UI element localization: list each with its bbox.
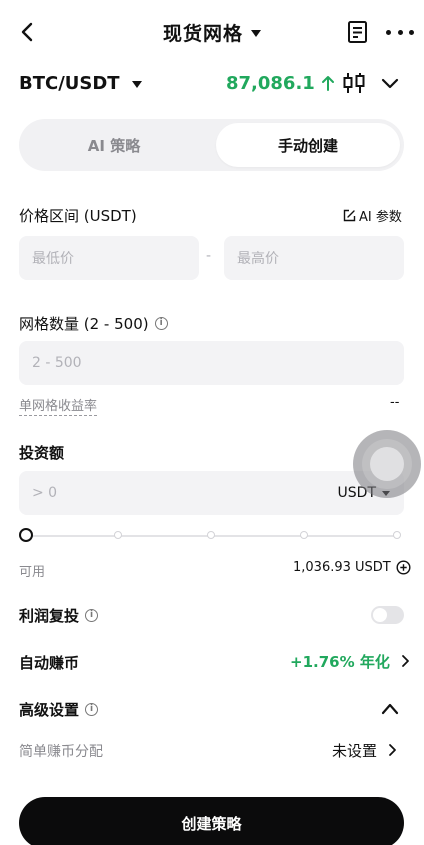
grid-count-input[interactable]: 2 - 500 [19,341,404,385]
info-icon[interactable]: i [85,608,99,622]
auto-earn-label: 自动赚币 [19,654,80,672]
available-balance: 1,036.93 USDT [293,560,411,575]
advanced-settings-header[interactable]: 高级设置 i [19,698,99,720]
info-icon[interactable]: i [154,316,168,330]
chevron-right-icon [401,655,409,667]
grid-count-header: 网格数量 (2 - 500) i [19,313,168,333]
simple-earn-link[interactable]: 未设置 [332,739,397,761]
pair-name: BTC/USDT [19,72,120,94]
auto-earn-apy: +1.76% 年化 [290,652,390,671]
ai-param-label: AI 参数 [359,209,402,225]
compound-row: 利润复投 i [19,605,99,625]
max-price-input[interactable]: 最高价 [224,236,404,280]
document-icon[interactable] [345,19,371,45]
toggle-knob [373,608,387,622]
assistive-touch-core [370,447,404,481]
tab-ai-strategy[interactable]: AI 策略 [19,119,209,171]
caret-down-icon [251,29,261,37]
price-range-label: 价格区间 (USDT) [19,207,137,225]
grid-yield-value: -- [390,395,400,410]
investment-label: 投资额 [19,444,65,462]
simple-earn-value: 未设置 [332,741,378,760]
page-title: 现货网格 [162,22,243,45]
investment-placeholder: > 0 [32,485,58,501]
investment-input[interactable]: > 0 USDT [19,471,404,515]
slider-step-100[interactable] [393,531,401,539]
advanced-settings-label: 高级设置 [19,700,80,719]
candlestick-icon[interactable] [342,71,366,95]
min-price-input[interactable]: 最低价 [19,236,199,280]
arrow-up-icon [321,76,334,91]
caret-down-icon [131,80,142,88]
min-price-placeholder: 最低价 [32,251,74,267]
tab-manual-create[interactable]: 手动创建 [216,123,400,167]
chevron-up-icon[interactable] [380,700,400,718]
pair-selector[interactable]: BTC/USDT [19,70,142,96]
chevron-down-icon[interactable] [380,74,400,94]
investment-slider-handle[interactable] [19,528,33,542]
last-price: 87,086.1 [226,70,335,96]
available-value: 1,036.93 USDT [293,560,391,575]
grid-yield-label[interactable]: 单网格收益率 [19,395,98,416]
grid-count-placeholder: 2 - 500 [32,355,82,371]
slider-step-75[interactable] [300,531,308,539]
price-value: 87,086.1 [226,72,315,94]
slider-step-25[interactable] [114,531,122,539]
chevron-right-icon [389,744,396,756]
plus-circle-icon[interactable] [396,560,411,575]
edit-icon [343,209,356,221]
max-price-placeholder: 最高价 [237,251,279,267]
info-icon[interactable]: i [85,702,99,716]
auto-earn-link[interactable]: +1.76% 年化 [290,650,410,672]
slider-step-50[interactable] [207,531,215,539]
more-icon[interactable] [386,21,414,43]
create-strategy-button[interactable]: 创建策略 [19,797,404,845]
range-separator: - [206,248,212,264]
ai-param-button[interactable]: AI 参数 [343,205,402,225]
compound-label: 利润复投 [19,606,80,625]
simple-earn-label: 简单赚币分配 [19,744,103,760]
available-label: 可用 [19,565,46,580]
grid-count-label: 网格数量 (2 - 500) [19,314,149,333]
